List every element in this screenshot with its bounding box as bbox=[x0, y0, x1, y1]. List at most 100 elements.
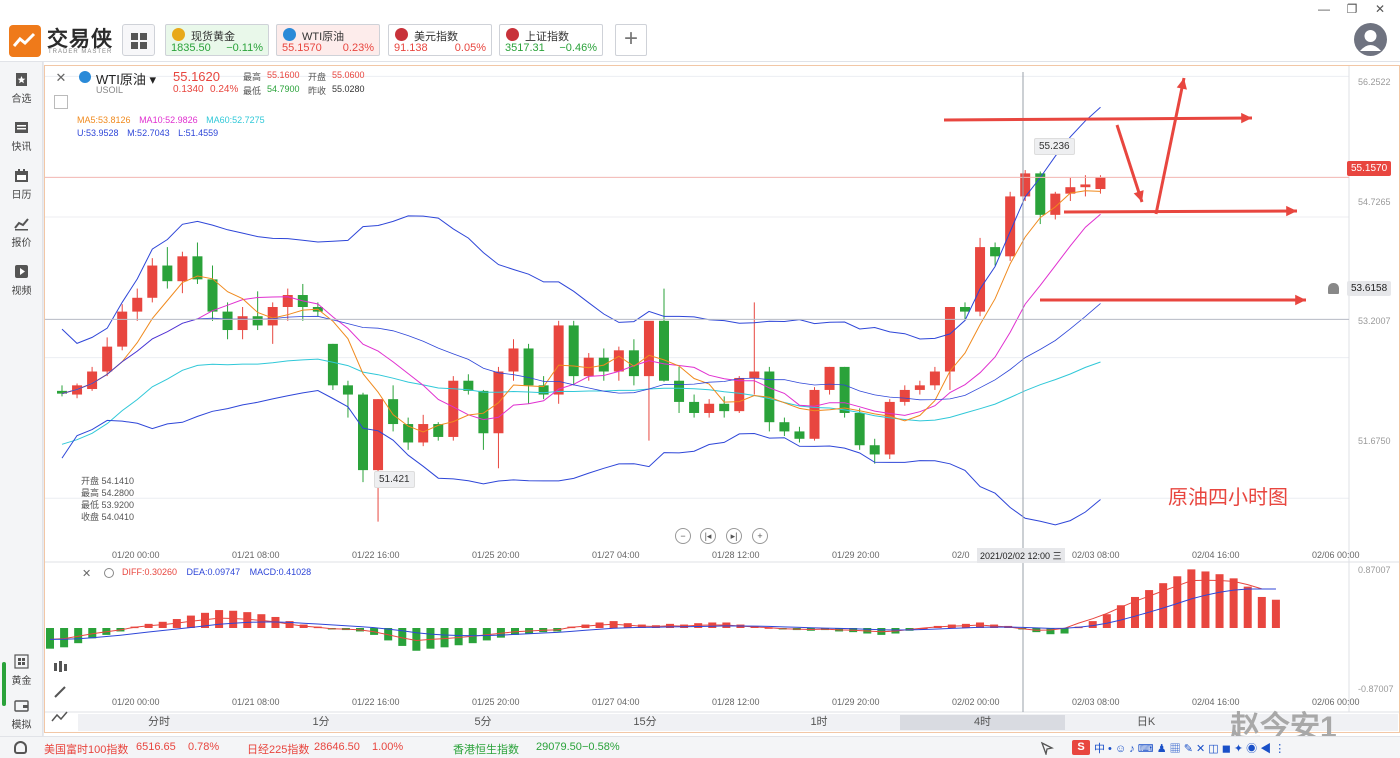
watch-card-price: 3517.31 bbox=[505, 42, 545, 54]
indicator-icon[interactable] bbox=[51, 710, 69, 724]
grid-icon bbox=[140, 33, 147, 40]
timeframe-tab[interactable]: 日K bbox=[1065, 715, 1227, 730]
forward-button[interactable]: ▸| bbox=[726, 528, 742, 544]
close-chart-icon[interactable]: ✕ bbox=[54, 71, 68, 85]
macd-hist-value: MACD:0.41028 bbox=[249, 567, 312, 577]
candle-body bbox=[914, 385, 925, 390]
sidebar-indicator bbox=[2, 662, 6, 706]
macd-bar bbox=[215, 610, 224, 628]
watch-card-shanghai[interactable]: 上证指数 3517.31 −0.46% bbox=[499, 24, 603, 56]
candle-body bbox=[990, 247, 1001, 257]
gear-icon[interactable] bbox=[104, 568, 114, 578]
timeframe-tab-active[interactable]: 4时 bbox=[900, 715, 1065, 730]
minimize-icon[interactable]: — bbox=[1314, 2, 1334, 16]
macd-bar bbox=[229, 610, 238, 628]
oil-icon bbox=[79, 71, 91, 83]
candle-body bbox=[975, 247, 986, 312]
us-flag-icon bbox=[395, 28, 408, 41]
macd-axis-top: 0.87007 bbox=[1358, 565, 1391, 575]
sidebar-item-watchlist[interactable]: 合选 bbox=[0, 68, 43, 110]
prev-close-value: 55.0280 bbox=[332, 84, 365, 94]
bell-icon[interactable] bbox=[1328, 283, 1339, 294]
symbol-change-percent: 0.24% bbox=[210, 84, 239, 95]
status-index-value: 29079.50 bbox=[536, 741, 582, 753]
sidebar-item-gold[interactable]: 黄金 bbox=[0, 650, 43, 692]
sidebar-item-news[interactable]: 快讯 bbox=[0, 116, 43, 158]
zoom-in-button[interactable]: + bbox=[752, 528, 768, 544]
timeframe-bar: 分时 1分 5分 15分 1时 4时 日K bbox=[78, 714, 1398, 731]
candle-body bbox=[809, 389, 820, 439]
watch-card-change: −0.11% bbox=[226, 42, 263, 54]
time-axis-label: 01/27 04:00 bbox=[592, 550, 640, 560]
arrow-annotation-head bbox=[1176, 78, 1187, 90]
sidebar-item-label: 日历 bbox=[11, 190, 32, 201]
current-price-tag: 55.1570 bbox=[1347, 161, 1392, 176]
ime-tray-icons[interactable]: 中 • ☺ ♪ ⌨ ♟ ▦ ✎ ✕ ◫ ◼ ✦ ◉ ◀ ⋮ bbox=[1094, 740, 1285, 756]
watch-card-change: −0.46% bbox=[559, 42, 597, 54]
boll-mid-line bbox=[61, 303, 1101, 401]
time-axis-label: 02/03 08:00 bbox=[1072, 550, 1120, 560]
close-window-icon[interactable]: ✕ bbox=[1370, 2, 1390, 16]
restore-icon[interactable]: ❐ bbox=[1342, 2, 1362, 16]
watch-card-price: 1835.50 bbox=[171, 42, 211, 54]
low-label: 最低 bbox=[243, 86, 262, 96]
timeframe-tab[interactable]: 1时 bbox=[738, 715, 900, 730]
candle-body bbox=[342, 385, 353, 395]
candle-body bbox=[719, 403, 730, 412]
close-macd-icon[interactable]: ✕ bbox=[82, 567, 91, 580]
candle-body bbox=[177, 256, 188, 282]
macd-bar bbox=[1243, 586, 1252, 628]
candle-body bbox=[508, 348, 519, 372]
timeframe-tab[interactable]: 1分 bbox=[240, 715, 402, 730]
time-axis-label: 01/25 20:00 bbox=[472, 550, 520, 560]
sidebar-item-calendar[interactable]: 日历 bbox=[0, 164, 43, 206]
cursor-tool-icon[interactable] bbox=[1040, 741, 1054, 757]
user-avatar[interactable] bbox=[1354, 23, 1387, 56]
headset-icon[interactable] bbox=[14, 741, 27, 754]
candle-type-icon[interactable] bbox=[51, 660, 69, 674]
macd-diff-line bbox=[49, 579, 1276, 642]
arrow-annotation bbox=[1115, 124, 1144, 203]
boll-upper-value: U:53.9528 bbox=[77, 128, 119, 138]
macd-time-label: 01/27 04:00 bbox=[592, 697, 640, 707]
timeframe-tab[interactable]: 15分 bbox=[564, 715, 726, 730]
timeframe-tab[interactable]: 分时 bbox=[78, 715, 240, 730]
time-axis-label: 02/0 bbox=[952, 550, 970, 560]
sidebar-item-simulation[interactable]: 模拟 bbox=[0, 694, 43, 736]
candle-body bbox=[568, 325, 579, 377]
crosshair-time-tag: 2021/02/02 12:00 三 bbox=[977, 548, 1065, 563]
watch-card-price: 55.1570 bbox=[282, 42, 322, 54]
time-axis-label: 01/28 12:00 bbox=[712, 550, 760, 560]
brand-subtitle: TRADER MASTER bbox=[48, 49, 113, 55]
ma60-value: MA60:52.7275 bbox=[206, 115, 265, 125]
ma10-value: MA10:52.9826 bbox=[139, 115, 198, 125]
chart-panel[interactable] bbox=[44, 62, 1400, 736]
rewind-button[interactable]: |◂ bbox=[700, 528, 716, 544]
watch-card-usd-index[interactable]: 美元指数 91.138 0.05% bbox=[388, 24, 492, 56]
add-watch-button[interactable]: + bbox=[615, 24, 647, 56]
zoom-out-button[interactable]: − bbox=[675, 528, 691, 544]
chart-canvas[interactable] bbox=[44, 62, 1400, 736]
candle-body bbox=[87, 371, 98, 390]
macd-bar bbox=[440, 628, 449, 648]
layout-grid-button[interactable] bbox=[122, 24, 155, 56]
pen-icon[interactable] bbox=[52, 684, 68, 700]
status-index-value: 6516.65 bbox=[136, 741, 176, 753]
ime-logo-icon[interactable]: S bbox=[1072, 740, 1090, 755]
draw-tool-icon[interactable] bbox=[54, 95, 68, 109]
news-icon bbox=[15, 122, 28, 133]
timeframe-tab[interactable]: 5分 bbox=[402, 715, 564, 730]
status-index-value: 28646.50 bbox=[314, 741, 360, 753]
plus-icon: + bbox=[623, 25, 638, 52]
candle-body bbox=[237, 316, 248, 331]
candle-body bbox=[824, 366, 835, 390]
candle-body bbox=[373, 399, 384, 471]
sidebar-item-video[interactable]: 视频 bbox=[0, 260, 43, 302]
sidebar-item-quotes[interactable]: 报价 bbox=[0, 212, 43, 254]
watch-card-gold[interactable]: 现货黄金 1835.50 −0.11% bbox=[165, 24, 269, 56]
ma-legend: MA5:53.8126 MA10:52.9826 MA60:52.7275 bbox=[77, 115, 271, 125]
boll-legend: U:53.9528 M:52.7043 L:51.4559 bbox=[77, 128, 224, 138]
candle-body bbox=[1005, 196, 1016, 257]
watch-card-wti[interactable]: WTI原油 55.1570 0.23% bbox=[276, 24, 380, 56]
candle-body bbox=[1080, 184, 1091, 188]
